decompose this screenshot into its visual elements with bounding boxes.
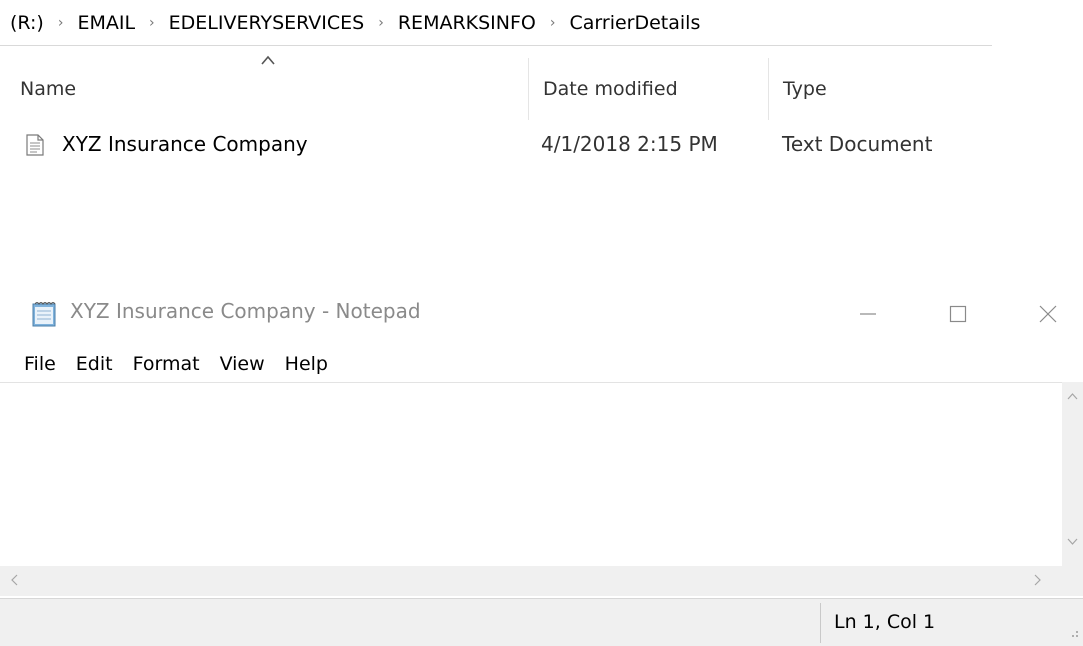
file-explorer: (R:) › EMAIL › EDELIVERYSERVICES › REMAR… (0, 0, 1083, 270)
chevron-right-icon[interactable]: › (540, 15, 566, 31)
scroll-up-icon[interactable] (1067, 392, 1078, 400)
scroll-left-icon[interactable] (10, 574, 18, 586)
scroll-right-icon[interactable] (1034, 574, 1042, 586)
column-header-type[interactable]: Type (768, 58, 1008, 120)
column-header-name[interactable]: Name (20, 58, 525, 120)
chevron-right-icon[interactable]: › (139, 15, 165, 31)
breadcrumb-carrierdetails[interactable]: CarrierDetails (566, 12, 705, 34)
breadcrumb-remarksinfo[interactable]: REMARKSINFO (394, 12, 540, 34)
notepad-window: XYZ Insurance Company - Notepad File Edi… (0, 285, 1083, 646)
status-divider (820, 603, 821, 643)
breadcrumb-edeliveryservices[interactable]: EDELIVERYSERVICES (165, 12, 369, 34)
file-type: Text Document (782, 132, 933, 156)
minimize-icon (860, 313, 876, 315)
chevron-right-icon[interactable]: › (48, 15, 74, 31)
maximize-icon (949, 305, 967, 323)
status-bar: Ln 1, Col 1 (0, 598, 1083, 646)
menu-edit[interactable]: Edit (66, 353, 123, 375)
minimize-button[interactable] (838, 289, 898, 339)
text-editor-area[interactable] (0, 382, 1062, 566)
breadcrumb: (R:) › EMAIL › EDELIVERYSERVICES › REMAR… (0, 0, 992, 46)
file-row[interactable]: XYZ Insurance Company 4/1/2018 2:15 PM T… (0, 124, 1000, 168)
cursor-position: Ln 1, Col 1 (834, 611, 936, 633)
menu-file[interactable]: File (14, 353, 66, 375)
text-document-icon (26, 134, 44, 156)
column-header-date-modified[interactable]: Date modified (528, 58, 768, 120)
close-icon (1039, 305, 1057, 323)
menu-help[interactable]: Help (275, 353, 338, 375)
scrollbar-corner (1062, 566, 1083, 596)
menu-format[interactable]: Format (123, 353, 210, 375)
notepad-icon (32, 302, 56, 327)
column-header-type-label: Type (783, 78, 827, 100)
menu-bar: File Edit Format View Help (0, 347, 338, 381)
maximize-button[interactable] (928, 289, 988, 339)
window-title: XYZ Insurance Company - Notepad (70, 299, 421, 323)
breadcrumb-email[interactable]: EMAIL (73, 12, 139, 34)
scroll-down-icon[interactable] (1067, 538, 1078, 546)
file-name: XYZ Insurance Company (62, 132, 308, 156)
close-button[interactable] (1018, 289, 1078, 339)
menu-view[interactable]: View (210, 353, 275, 375)
file-date-modified: 4/1/2018 2:15 PM (541, 132, 718, 156)
horizontal-scrollbar[interactable] (0, 566, 1062, 596)
breadcrumb-drive[interactable]: (R:) (6, 12, 48, 34)
title-bar[interactable]: XYZ Insurance Company - Notepad (0, 285, 1083, 343)
chevron-right-icon[interactable]: › (368, 15, 394, 31)
resize-grip-icon[interactable] (1066, 625, 1080, 639)
vertical-scrollbar[interactable] (1062, 382, 1083, 566)
column-header-date-label: Date modified (543, 78, 678, 100)
